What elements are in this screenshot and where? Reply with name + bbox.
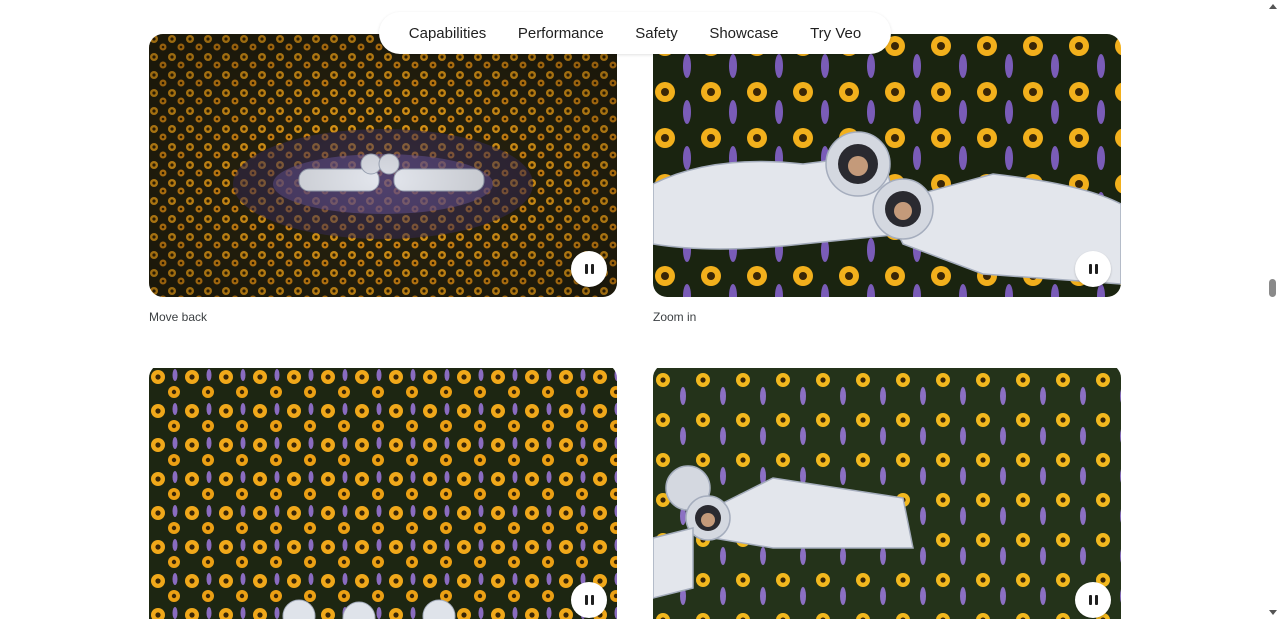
video-frame-astronauts-side [653,368,1121,619]
video-card-zoom-in[interactable] [653,34,1121,297]
nav-capabilities[interactable]: Capabilities [409,25,487,42]
scroll-down-arrow-icon[interactable] [1269,610,1277,615]
nav-safety[interactable]: Safety [635,25,678,42]
pause-icon [584,595,588,605]
video-caption: Zoom in [653,310,697,324]
nav-showcase[interactable]: Showcase [709,25,778,42]
scroll-up-arrow-icon[interactable] [1269,4,1277,9]
pause-icon [1088,264,1092,274]
pause-button[interactable] [571,251,607,287]
pause-icon [1088,595,1092,605]
video-caption: Move back [149,310,208,324]
nav-try-veo[interactable]: Try Veo [810,25,861,42]
nav-performance[interactable]: Performance [518,25,604,42]
pause-button[interactable] [1075,582,1111,618]
pause-button[interactable] [571,582,607,618]
scrollbar-thumb[interactable] [1269,279,1276,297]
top-nav: Capabilities Performance Safety Showcase… [379,12,891,54]
video-card-4[interactable] [653,364,1121,619]
video-frame-astronauts-far [149,34,617,297]
scrollbar[interactable] [1265,0,1280,619]
pause-icon [584,264,588,274]
pause-button[interactable] [1075,251,1111,287]
video-card-move-back[interactable] [149,34,617,297]
video-card-3[interactable] [149,364,617,619]
video-frame-flower-field [149,368,617,619]
video-frame-astronauts-close [653,34,1121,297]
